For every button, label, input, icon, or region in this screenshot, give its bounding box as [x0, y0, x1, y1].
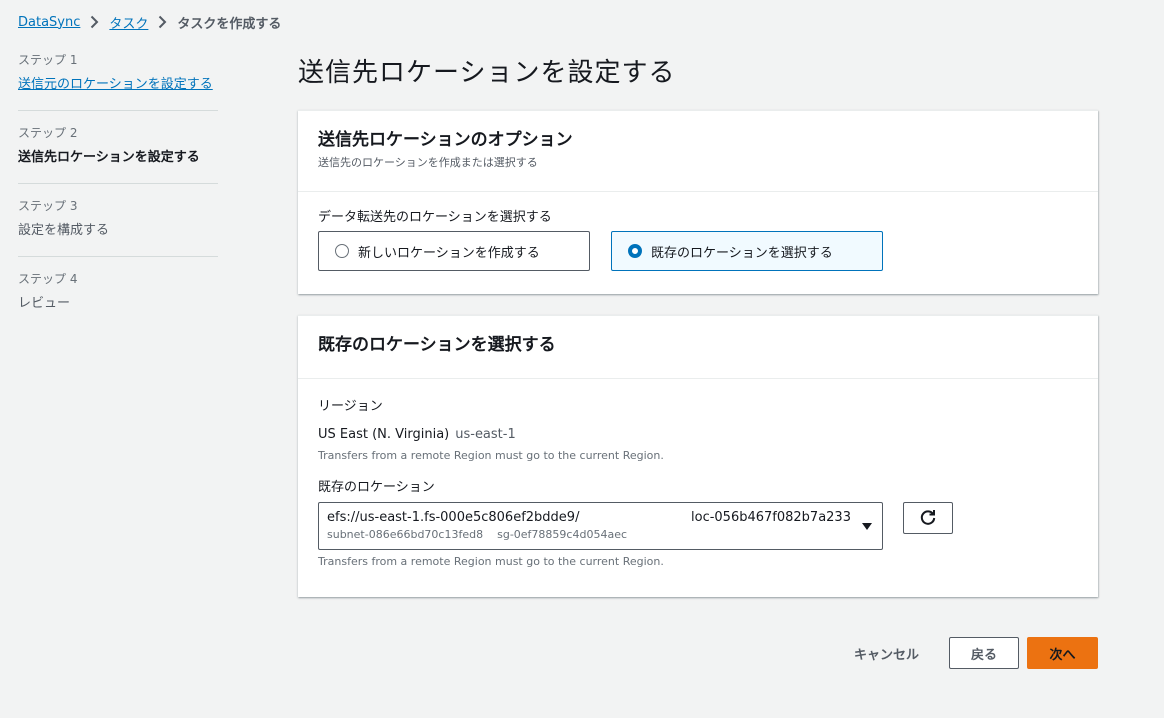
panel-description: 送信先のロケーションを作成または選択する — [318, 156, 538, 169]
step-2-current: 送信先ロケーションを設定する — [18, 150, 200, 165]
step-number: ステップ 2 — [18, 126, 78, 140]
select-main-line: efs://us-east-1.fs-000e5c806ef2bdde9/ lo… — [327, 509, 874, 526]
panel-body: リージョン US East (N. Virginia) us-east-1 Tra… — [298, 379, 1098, 570]
wizard-step-1: ステップ 1 送信元のロケーションを設定する — [18, 52, 218, 111]
radio-button-selected-icon[interactable] — [628, 244, 642, 258]
location-subnet: subnet-086e66bd70c13fed8 — [327, 528, 484, 541]
tile-label: 既存のロケーションを選択する — [651, 245, 833, 261]
location-uri: efs://us-east-1.fs-000e5c806ef2bdde9/ — [327, 510, 580, 525]
region-label: リージョン — [318, 399, 383, 414]
wizard-step-2: ステップ 2 送信先ロケーションを設定する — [18, 125, 218, 184]
destination-options-panel: 送信先ロケーションのオプション 送信先のロケーションを作成または選択する データ… — [298, 110, 1098, 294]
step-1-link[interactable]: 送信元のロケーションを設定する — [18, 74, 218, 96]
tile-label: 新しいロケーションを作成する — [358, 245, 540, 261]
panel-body: データ転送先のロケーションを選択する 新しいロケーションを作成する 既存のロケー… — [298, 192, 1098, 271]
wizard-step-4: ステップ 4 レビュー — [18, 271, 218, 329]
breadcrumb-tasks-link[interactable]: タスク — [109, 13, 148, 32]
location-id: loc-056b467f082b7a233 — [691, 510, 851, 525]
wizard-footer: キャンセル 戻る 次へ — [854, 637, 1098, 669]
next-button[interactable]: 次へ — [1027, 637, 1098, 669]
breadcrumb-current: タスクを作成する — [177, 16, 282, 32]
step-number: ステップ 1 — [18, 53, 78, 67]
region-code: us-east-1 — [455, 427, 516, 442]
location-choice-tiles: 新しいロケーションを作成する 既存のロケーションを選択する — [318, 231, 1078, 271]
step-number: ステップ 3 — [18, 199, 78, 213]
breadcrumb-datasync-link[interactable]: DataSync — [18, 15, 80, 30]
radio-button-icon[interactable] — [335, 244, 349, 258]
refresh-button[interactable] — [903, 502, 953, 534]
location-choice-label: データ転送先のロケーションを選択する — [318, 210, 552, 225]
existing-location-select[interactable]: efs://us-east-1.fs-000e5c806ef2bdde9/ lo… — [318, 502, 883, 550]
caret-down-icon — [862, 523, 872, 530]
step-number: ステップ 4 — [18, 272, 78, 286]
region-value: US East (N. Virginia) us-east-1 — [318, 426, 1078, 444]
existing-location-row: efs://us-east-1.fs-000e5c806ef2bdde9/ lo… — [318, 502, 1078, 550]
panel-title: 送信先ロケーションのオプション — [318, 130, 573, 150]
step-3-label: 設定を構成する — [18, 223, 110, 238]
region-name: US East (N. Virginia) — [318, 427, 450, 442]
wizard-step-3: ステップ 3 設定を構成する — [18, 198, 218, 257]
chevron-right-icon — [90, 15, 99, 29]
panel-header: 既存のロケーションを選択する — [298, 316, 1098, 379]
select-tags: subnet-086e66bd70c13fed8 sg-0ef78859c4d05… — [327, 528, 874, 541]
panel-header: 送信先ロケーションのオプション 送信先のロケーションを作成または選択する — [298, 111, 1098, 192]
refresh-icon — [920, 510, 936, 525]
region-hint: Transfers from a remote Region must go t… — [318, 449, 664, 462]
chevron-right-icon — [158, 15, 167, 29]
existing-location-panel: 既存のロケーションを選択する リージョン US East (N. Virgini… — [298, 315, 1098, 597]
panel-title: 既存のロケーションを選択する — [318, 335, 556, 355]
existing-location-label: 既存のロケーション — [318, 480, 435, 495]
breadcrumb: DataSync タスク タスクを作成する — [18, 12, 281, 32]
wizard-steps-nav: ステップ 1 送信元のロケーションを設定する ステップ 2 送信先ロケーションを… — [18, 52, 218, 343]
location-hint: Transfers from a remote Region must go t… — [318, 555, 664, 568]
page-title: 送信先ロケーションを設定する — [298, 58, 676, 88]
cancel-button[interactable]: キャンセル — [854, 644, 919, 663]
choose-existing-location-tile[interactable]: 既存のロケーションを選択する — [611, 231, 883, 271]
location-security-group: sg-0ef78859c4d054aec — [497, 528, 628, 541]
back-button[interactable]: 戻る — [949, 637, 1019, 669]
step-4-label: レビュー — [18, 296, 71, 311]
create-new-location-tile[interactable]: 新しいロケーションを作成する — [318, 231, 590, 271]
